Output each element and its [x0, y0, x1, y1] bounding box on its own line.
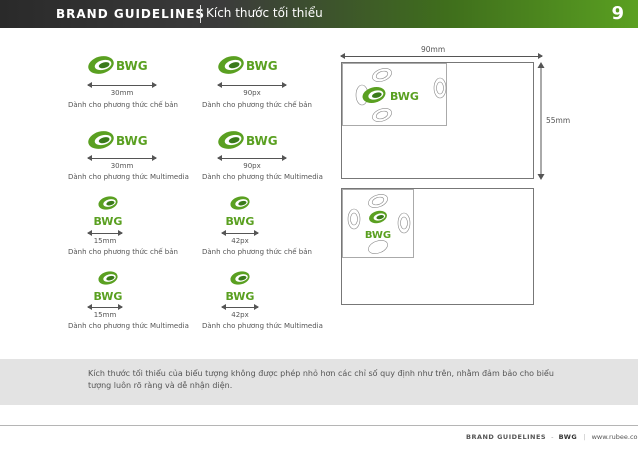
svg-text:BWG: BWG — [390, 90, 419, 103]
card-back: BWG — [341, 188, 534, 305]
size-measure: 90px — [217, 82, 287, 98]
page-number: 9 — [611, 3, 624, 24]
bwg-logo-stacked: BWG — [88, 269, 128, 303]
size-label: 15mm — [93, 237, 117, 245]
size-measure: 42px — [221, 230, 259, 246]
svg-text:BWG: BWG — [246, 134, 278, 148]
svg-text:BWG: BWG — [226, 215, 255, 228]
card-logo-pattern: BWG — [347, 194, 411, 254]
sample-caption: Dành cho phương thức chế bản — [68, 101, 178, 109]
bwg-logo-horizontal: BWG — [88, 129, 158, 151]
note-panel: Kích thước tối thiểu của biểu tượng khôn… — [0, 359, 638, 405]
svg-text:BWG: BWG — [246, 59, 278, 73]
card-logo-pattern: BWG — [355, 68, 447, 122]
bwg-logo-stacked: BWG — [220, 269, 260, 303]
footer-rule — [0, 425, 638, 426]
header-bar: BRAND GUIDELINES Kích thước tối thiểu 9 — [0, 0, 638, 28]
sample-caption: Dành cho phương thức Multimedia — [202, 173, 323, 181]
card-front: BWG — [341, 62, 534, 179]
sample-caption: Dành cho phương thức chế bản — [202, 101, 312, 109]
bwg-logo-stacked: BWG — [220, 194, 260, 228]
size-measure: 30mm — [87, 155, 157, 171]
footer-brand: BRAND GUIDELINES — [466, 433, 547, 441]
size-label: 30mm — [110, 89, 134, 97]
footer: BRAND GUIDELINES - BWG | www.rubee.com.v… — [466, 433, 638, 441]
bwg-logo-stacked: BWG — [88, 194, 128, 228]
svg-text:BWG: BWG — [365, 230, 391, 241]
size-measure: 90px — [217, 155, 287, 171]
size-measure: 42px — [221, 304, 259, 320]
size-label: 90px — [243, 89, 261, 97]
footer-url: www.rubee.com.vn — [591, 433, 638, 441]
card-height-measure — [537, 62, 545, 180]
svg-text:BWG: BWG — [226, 290, 255, 303]
sample-caption: Dành cho phương thức chế bản — [68, 248, 178, 256]
page-title: Kích thước tối thiểu — [206, 6, 323, 20]
size-label: 90px — [243, 162, 261, 170]
svg-text:BWG: BWG — [116, 134, 148, 148]
size-measure: 15mm — [87, 304, 123, 320]
bwg-logo-horizontal: BWG — [218, 129, 288, 151]
note-text: Kích thước tối thiểu của biểu tượng khôn… — [88, 369, 554, 390]
sample-caption: Dành cho phương thức Multimedia — [68, 322, 189, 330]
svg-text:BWG: BWG — [116, 59, 148, 73]
size-measure: 30mm — [87, 82, 157, 98]
footer-logo: BWG — [558, 433, 578, 441]
size-label: 30mm — [110, 162, 134, 170]
card-width-measure — [340, 53, 543, 60]
size-label: 42px — [231, 311, 249, 319]
card-height-label: 55mm — [546, 116, 571, 125]
svg-text:BWG: BWG — [94, 290, 123, 303]
sample-caption: Dành cho phương thức chế bản — [202, 248, 312, 256]
size-measure: 15mm — [87, 230, 123, 246]
sample-caption: Dành cho phương thức Multimedia — [68, 173, 189, 181]
svg-text:BWG: BWG — [94, 215, 123, 228]
bwg-logo-horizontal: BWG — [88, 54, 158, 76]
sample-caption: Dành cho phương thức Multimedia — [202, 322, 323, 330]
size-label: 15mm — [93, 311, 117, 319]
brand-title: BRAND GUIDELINES — [56, 7, 206, 21]
bwg-logo-horizontal: BWG — [218, 54, 288, 76]
size-label: 42px — [231, 237, 249, 245]
header-divider — [200, 5, 201, 23]
